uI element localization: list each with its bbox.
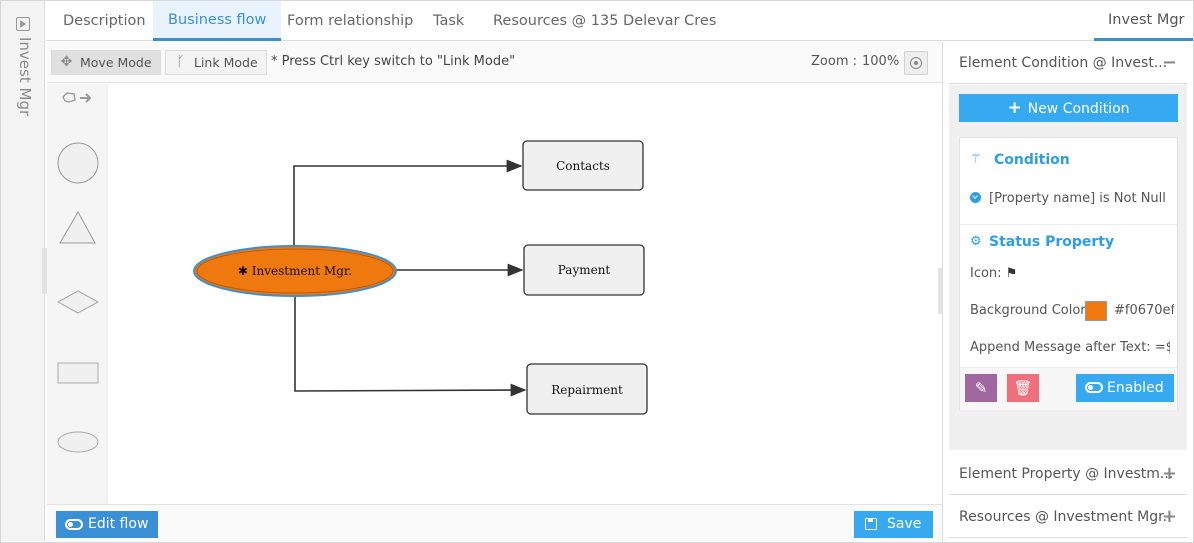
center-view-icon[interactable] [904, 51, 928, 75]
status-property-title: Status Property [989, 234, 1115, 250]
resources-title: Resources @ Investment Mgr. [959, 509, 1168, 525]
branch-icon: ᚴ [176, 54, 185, 70]
zoom-value: 100% [862, 54, 900, 69]
pencil-icon: ✎ [974, 379, 988, 397]
enabled-label: Enabled [1107, 380, 1164, 396]
flow-diagram: Contacts Payment Repairment ✱ Investment… [193, 140, 648, 415]
element-property-title: Element Property @ Investm... [959, 466, 1174, 482]
right-panel: Element Condition @ Invest... − + New Con… [943, 42, 1193, 542]
flow-canvas[interactable]: Contacts Payment Repairment ✱ Investment… [108, 84, 941, 504]
tab-business-flow[interactable]: Business flow [153, 1, 282, 41]
shape-palette [47, 84, 108, 504]
canvas-toolbar: ✥ Move Mode ᚴ Link Mode * Press Ctrl key… [47, 42, 942, 83]
magic-wand-icon: ⚚ [970, 152, 982, 167]
left-splitter-handle[interactable] [42, 248, 47, 294]
new-condition-button[interactable]: + New Condition [959, 94, 1178, 122]
tab-bar: Description Business flow Form relations… [46, 1, 1193, 41]
condition-card: ⚚ Condition [Property name] is Not Null … [959, 137, 1178, 410]
condition-rule[interactable]: [Property name] is Not Null [970, 191, 1170, 206]
collapse-minus-icon[interactable]: − [1162, 52, 1177, 73]
node-repairment-label: Repairment [551, 383, 623, 397]
move-arrows-icon: ✥ [60, 54, 73, 70]
node-investment-mgr-label: ✱ Investment Mgr. [238, 264, 352, 278]
element-condition-header[interactable]: Element Condition @ Invest... − [949, 42, 1187, 84]
floppy-disk-icon [865, 518, 877, 530]
element-condition-body: + New Condition ⚚ Condition [Property nam… [949, 85, 1187, 450]
condition-title: Condition [994, 152, 1070, 168]
palette-shapes [56, 92, 100, 453]
save-label: Save [887, 516, 922, 532]
resources-header[interactable]: Resources @ Investment Mgr. + [949, 496, 1187, 538]
bg-color-swatch [1085, 301, 1107, 321]
expand-plus-icon[interactable]: + [1162, 463, 1177, 484]
connector-repairment[interactable] [294, 295, 527, 397]
gear-icon: ⚙ [970, 234, 982, 249]
flag-icon: ⚑ [1005, 266, 1018, 281]
trash-icon: 🗑 [1013, 379, 1033, 397]
lasso-tool-icon[interactable] [62, 92, 92, 103]
element-condition-title: Element Condition @ Invest... [959, 55, 1168, 71]
delete-button[interactable]: 🗑 [1007, 374, 1039, 402]
play-square-icon[interactable] [16, 17, 30, 31]
link-mode-button[interactable]: ᚴ Link Mode [165, 50, 267, 75]
palette-ellipse[interactable] [57, 431, 99, 453]
side-strip[interactable]: Invest Mgr [1, 1, 45, 541]
element-property-header[interactable]: Element Property @ Investm... + [949, 453, 1187, 495]
chevron-down-circle-icon [970, 192, 981, 203]
card-separator [960, 224, 1177, 225]
link-mode-label: Link Mode [194, 55, 258, 70]
tab-description[interactable]: Description [48, 1, 161, 41]
palette-rectangle[interactable] [57, 362, 99, 384]
tab-form-relationship[interactable]: Form relationship [272, 1, 428, 41]
move-mode-label: Move Mode [80, 55, 152, 70]
expand-plus-icon[interactable]: + [1162, 506, 1177, 527]
palette-triangle[interactable] [59, 210, 96, 244]
move-mode-button[interactable]: ✥ Move Mode [51, 50, 161, 75]
new-condition-label: New Condition [1027, 101, 1130, 117]
plus-icon: + [1007, 98, 1022, 118]
toggle-icon [1085, 382, 1103, 393]
edit-flow-button[interactable]: Edit flow [56, 511, 159, 538]
append-message-text: Append Message after Text: =${'P [970, 340, 1170, 355]
card-actions: ✎ 🗑 Enabled [960, 367, 1177, 410]
save-button[interactable]: Save [854, 511, 934, 538]
tab-task[interactable]: Task [418, 1, 479, 41]
palette-circle[interactable] [57, 142, 99, 184]
mode-hint: * Press Ctrl key switch to "Link Mode" [271, 54, 516, 69]
node-payment-label: Payment [558, 263, 611, 277]
side-strip-label: Invest Mgr [16, 37, 34, 117]
edit-pencil-button[interactable]: ✎ [965, 374, 997, 402]
canvas-bottom-bar: Edit flow Save [47, 504, 942, 542]
connector-contacts[interactable] [293, 159, 523, 247]
palette-diamond[interactable] [56, 290, 100, 314]
icon-row: Icon: ⚑ [970, 266, 1018, 281]
edit-flow-label: Edit flow [88, 516, 149, 532]
node-contacts-label: Contacts [556, 159, 610, 173]
toggle-icon [65, 519, 83, 530]
enabled-toggle-button[interactable]: Enabled [1076, 374, 1174, 402]
bg-color-value: #f0670ef [1114, 303, 1174, 318]
tab-invest-mgr[interactable]: Invest Mgr [1094, 1, 1193, 41]
tab-resources[interactable]: Resources @ 135 Delevar Cres [478, 1, 731, 41]
zoom-label: Zoom : [811, 54, 857, 69]
